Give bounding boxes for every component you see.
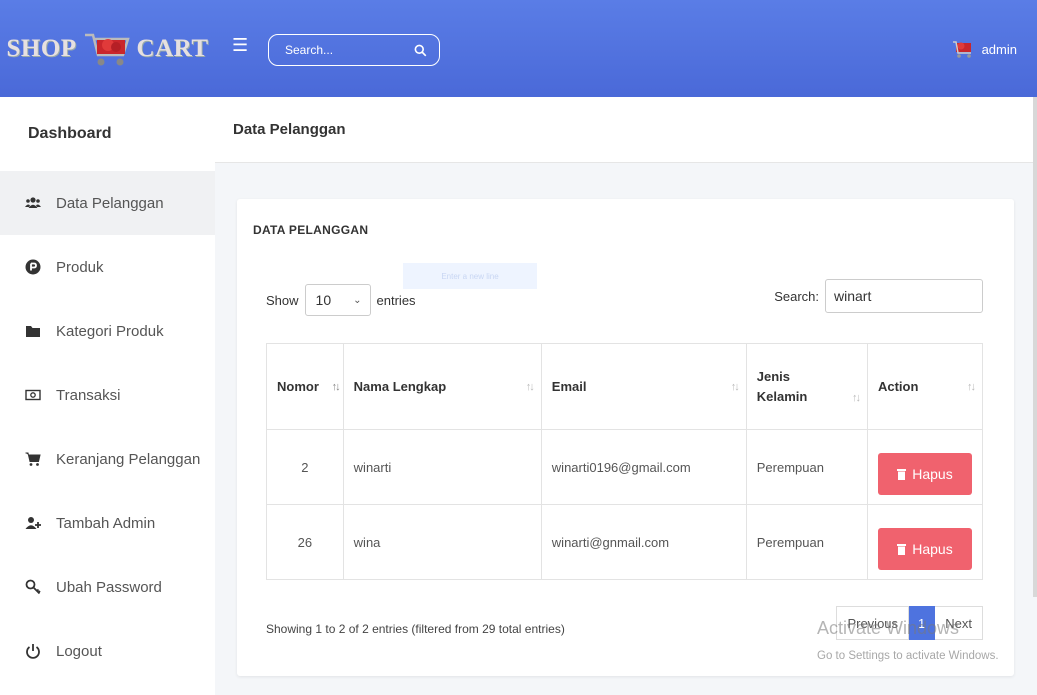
trash-icon	[897, 468, 907, 480]
top-search-input[interactable]	[285, 43, 395, 57]
pagination-next[interactable]: Next	[935, 606, 983, 640]
sort-icon: ↑↓	[851, 392, 861, 405]
cell-nomor: 2	[266, 429, 344, 505]
cell-email: winarti@gnmail.com	[540, 504, 747, 580]
hapus-button[interactable]: Hapus	[877, 528, 972, 570]
card-title: DATA PELANGGAN	[253, 223, 369, 237]
user-menu[interactable]: admin	[952, 40, 1017, 58]
column-header-nomor[interactable]: Nomor ↑↓	[266, 343, 344, 430]
sort-icon: ↑↓	[967, 380, 976, 393]
users-icon	[24, 194, 42, 212]
page-scrollbar[interactable]	[1033, 97, 1037, 597]
sort-icon: ↑↓	[525, 380, 535, 393]
brand-text-shop: SHOP	[6, 34, 77, 62]
search-icon[interactable]	[414, 44, 427, 57]
sort-icon: ↑↓	[730, 380, 740, 393]
entries-label: entries	[376, 292, 416, 308]
sidebar-item-ubah-password[interactable]: Ubah Password	[0, 555, 215, 619]
data-card: DATA PELANGGAN Enter a new line Show 10 …	[237, 199, 1014, 676]
table-row: 2 winarti winarti0196@gmail.com Perempua…	[266, 429, 984, 505]
sidebar-item-label: Data Pelanggan	[56, 194, 164, 212]
table-filter: Search:	[774, 279, 983, 313]
cell-nama: wina	[342, 504, 542, 580]
customer-table: Nomor ↑↓ Nama Lengkap ↑↓ Email ↑↓ Jenis Kel…	[266, 343, 984, 580]
sidebar-item-keranjang-pelanggan[interactable]: Keranjang Pelanggan	[0, 427, 215, 491]
search-label: Search:	[774, 288, 819, 304]
sidebar-item-label: Tambah Admin	[56, 514, 156, 532]
hapus-button-label: Hapus	[912, 541, 953, 557]
sidebar-item-label: Transaksi	[56, 386, 121, 404]
entries-length-control: Show 10 ⌄ entries	[266, 284, 416, 316]
page-title: Data Pelanggan	[215, 97, 1037, 163]
folder-icon	[24, 322, 42, 340]
user-plus-icon	[24, 514, 42, 532]
cart-icon	[24, 450, 42, 468]
sidebar-item-transaksi[interactable]: Transaksi	[0, 363, 215, 427]
column-header-email[interactable]: Email ↑↓	[540, 343, 747, 430]
table-header-row: Nomor ↑↓ Nama Lengkap ↑↓ Email ↑↓ Jenis Kel…	[266, 343, 984, 430]
sidebar-item-data-pelanggan[interactable]: Data Pelanggan	[0, 171, 215, 235]
cell-nama: winarti	[342, 429, 542, 505]
column-header-action[interactable]: Action ↑↓	[866, 343, 984, 430]
sidebar-item-logout[interactable]: Logout	[0, 619, 215, 683]
chevron-down-icon: ⌄	[353, 294, 362, 306]
sort-asc-icon: ↑↓	[331, 380, 341, 393]
hapus-button-label: Hapus	[912, 466, 953, 482]
sidebar-item-label: Kategori Produk	[56, 322, 164, 340]
top-search-box[interactable]	[268, 34, 440, 66]
brand-text-cart: CART	[136, 34, 209, 62]
shopping-cart-logo-icon	[84, 33, 130, 65]
sidebar-item-tambah-admin[interactable]: Tambah Admin	[0, 491, 215, 555]
cell-jenis-kelamin: Perempuan	[745, 429, 868, 505]
table-search-input[interactable]	[825, 279, 983, 313]
pagination: Previous 1 Next	[836, 606, 983, 640]
money-bill-icon	[24, 386, 42, 404]
table-row: 26 wina winarti@gnmail.com Perempuan Hap…	[266, 504, 984, 580]
sidebar-title: Dashboard	[28, 125, 112, 142]
sidebar-item-label: Produk	[56, 258, 104, 276]
show-label: Show	[266, 292, 299, 308]
hapus-button[interactable]: Hapus	[877, 453, 972, 495]
cell-action: Hapus	[866, 429, 984, 505]
top-navbar: SHOP CART ☰ admin	[0, 0, 1037, 97]
entries-select[interactable]: 10 ⌄	[304, 284, 371, 316]
table-info: Showing 1 to 2 of 2 entries (filtered fr…	[266, 622, 565, 636]
sidebar-item-label: Keranjang Pelanggan	[56, 450, 201, 468]
sidebar: Dashboard Data Pelanggan Produk Kategori…	[0, 97, 215, 695]
trash-icon	[897, 543, 907, 555]
sidebar-item-label: Ubah Password	[56, 578, 162, 596]
column-header-jenis-kelamin[interactable]: Jenis Kelamin ↑↓	[745, 343, 868, 430]
pagination-page-1[interactable]: 1	[909, 606, 936, 640]
cell-nomor: 26	[266, 504, 344, 580]
avatar-cart-icon	[952, 41, 971, 58]
power-icon	[24, 642, 42, 660]
user-name: admin	[981, 41, 1017, 57]
product-p-icon	[24, 258, 42, 276]
faint-tooltip: Enter a new line	[403, 263, 537, 289]
cell-action: Hapus	[866, 504, 984, 580]
sidebar-item-produk[interactable]: Produk	[0, 235, 215, 299]
entries-select-value: 10	[315, 292, 332, 308]
sidebar-item-kategori-produk[interactable]: Kategori Produk	[0, 299, 215, 363]
pagination-previous[interactable]: Previous	[836, 606, 910, 640]
brand-logo[interactable]: SHOP CART	[0, 0, 215, 97]
sidebar-item-label: Logout	[56, 642, 102, 660]
column-header-nama[interactable]: Nama Lengkap ↑↓	[342, 343, 542, 430]
cell-jenis-kelamin: Perempuan	[745, 504, 868, 580]
cell-email: winarti0196@gmail.com	[540, 429, 747, 505]
key-icon	[24, 578, 42, 596]
menu-toggle-icon[interactable]: ☰	[232, 36, 248, 54]
